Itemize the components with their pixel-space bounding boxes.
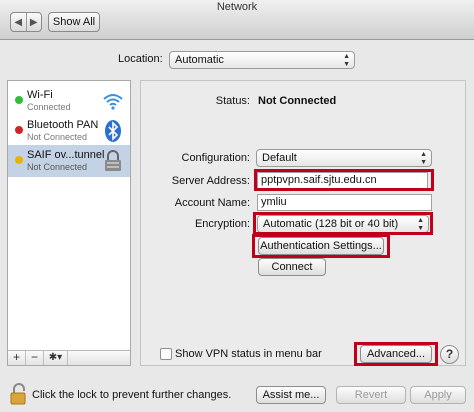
show-vpn-status-checkbox[interactable] <box>160 348 172 360</box>
location-label: Location: <box>118 53 163 65</box>
remove-service-button[interactable]: − <box>26 351 44 365</box>
status-dot-yellow <box>15 156 23 164</box>
connect-button[interactable]: Connect <box>258 258 326 276</box>
gear-icon[interactable]: ✱▾ <box>44 351 68 365</box>
service-name: SAIF ov...tunnel <box>27 149 105 161</box>
forward-icon[interactable]: ▶ <box>25 13 42 31</box>
show-vpn-status-label: Show VPN status in menu bar <box>175 348 322 360</box>
service-name: Bluetooth PAN <box>27 119 99 131</box>
status-dot-green <box>15 96 23 104</box>
service-status: Not Connected <box>27 132 88 142</box>
configuration-label: Configuration: <box>181 152 251 164</box>
configuration-select[interactable]: Default ▲ ▼ <box>256 149 432 167</box>
revert-button[interactable]: Revert <box>336 386 406 404</box>
back-icon[interactable]: ◀ <box>11 13 26 31</box>
help-button[interactable]: ? <box>440 345 459 364</box>
service-item-wifi[interactable]: Wi-Fi Connected <box>8 85 130 117</box>
bluetooth-icon <box>105 120 121 142</box>
service-name: Wi-Fi <box>27 89 53 101</box>
encryption-highlight <box>253 212 433 235</box>
authentication-settings-highlight <box>252 234 390 258</box>
service-status: Connected <box>27 102 71 112</box>
service-status: Not Connected <box>27 162 88 172</box>
configuration-value: Default <box>262 152 297 164</box>
service-list-controls: + − ✱▾ <box>7 350 131 366</box>
assist-me-button[interactable]: Assist me... <box>256 386 326 404</box>
back-forward-control[interactable]: ◀ ▶ <box>10 12 42 32</box>
select-arrows-icon: ▲ ▼ <box>420 151 427 166</box>
service-item-bluetooth[interactable]: Bluetooth PAN Not Connected <box>8 115 130 147</box>
status-dot-red <box>15 126 23 134</box>
add-service-button[interactable]: + <box>8 351 26 365</box>
location-value: Automatic <box>175 54 224 66</box>
vpn-lock-icon <box>105 150 121 171</box>
apply-button[interactable]: Apply <box>410 386 466 404</box>
select-arrows-icon: ▲ ▼ <box>343 53 350 68</box>
lock-message: Click the lock to prevent further change… <box>32 389 232 401</box>
location-select[interactable]: Automatic ▲ ▼ <box>169 51 355 69</box>
window-titlebar: Network ◀ ▶ Show All <box>0 0 474 40</box>
wifi-icon <box>103 94 123 110</box>
service-list: Wi-Fi Connected Bluetooth PAN Not Connec… <box>7 80 131 366</box>
status-value: Not Connected <box>258 95 337 107</box>
encryption-label: Encryption: <box>194 218 250 230</box>
advanced-highlight <box>354 342 438 366</box>
account-name-field[interactable]: ymliu <box>257 194 432 211</box>
server-address-highlight <box>254 169 434 191</box>
lock-icon[interactable] <box>10 383 28 405</box>
show-all-button[interactable]: Show All <box>48 12 100 32</box>
service-item-vpn[interactable]: SAIF ov...tunnel Not Connected <box>8 145 130 177</box>
status-label: Status: <box>215 95 250 107</box>
server-address-label: Server Address: <box>171 175 250 187</box>
account-name-label: Account Name: <box>174 197 250 209</box>
